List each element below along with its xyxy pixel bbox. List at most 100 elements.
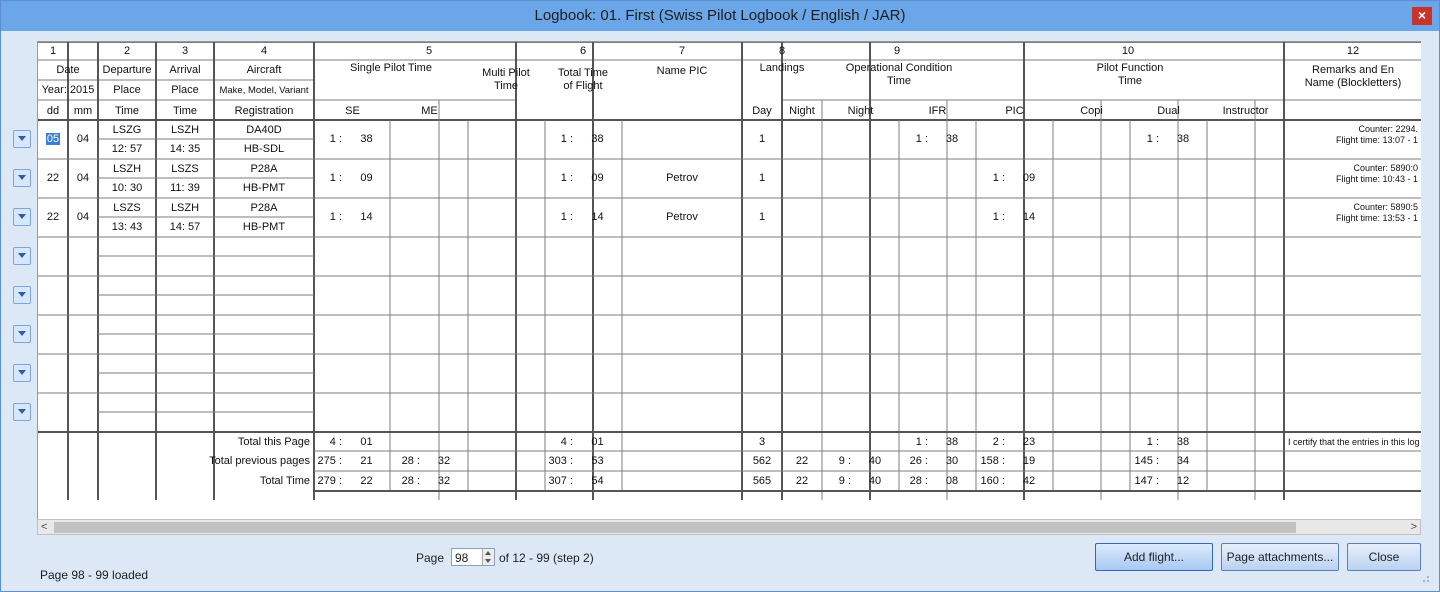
header-arrival: Arrival xyxy=(169,64,201,76)
totals-total-hours: 4 : xyxy=(560,436,573,448)
totals-label: Total this Page xyxy=(237,436,310,448)
header-mm: mm xyxy=(73,105,93,117)
header-dep-time: Time xyxy=(114,105,140,117)
flight-ifr-minutes: 38 xyxy=(945,133,959,145)
flight-arr-place: LSZH xyxy=(170,202,200,214)
chevron-down-icon xyxy=(18,214,26,219)
flight-ifr-hours: 1 : xyxy=(915,133,928,145)
header-registration: Registration xyxy=(234,105,294,117)
row-menu-button[interactable] xyxy=(13,130,31,148)
chevron-down-icon xyxy=(18,253,26,258)
flight-remark-time: Flight time: 13:53 - 1 xyxy=(1335,213,1418,223)
flight-pic-minutes: 14 xyxy=(1022,211,1036,223)
flight-registration: HB-PMT xyxy=(242,182,286,194)
totals-ifr-minutes: 30 xyxy=(945,455,959,467)
totals-label: Total previous pages xyxy=(209,455,310,467)
header-operational-2: Time xyxy=(886,75,912,87)
header-pic: PIC xyxy=(1005,105,1024,117)
page-label: Page xyxy=(416,551,445,565)
totals-ifr-minutes: 38 xyxy=(945,436,959,448)
flight-month: 04 xyxy=(76,172,90,184)
chevron-down-icon xyxy=(18,331,26,336)
header-ifr: IFR xyxy=(928,105,947,117)
flight-se-minutes: 09 xyxy=(360,172,373,184)
logbook-sheet: 1 2 3 4 5 6 7 8 9 10 12 Date Year: 2015 dd mm Departure… xyxy=(37,41,1421,519)
flight-day: 22 xyxy=(46,172,60,184)
scroll-thumb[interactable] xyxy=(54,522,1296,533)
flight-landings-day: 1 xyxy=(758,211,766,223)
header-operational: Operational Condition xyxy=(845,62,953,74)
totals-total-hours: 307 : xyxy=(548,475,573,487)
totals-dual-minutes: 38 xyxy=(1176,436,1190,448)
header-multi-pilot: Multi Pilot xyxy=(482,67,530,79)
totals-se-minutes: 01 xyxy=(360,436,373,448)
flight-total-hours: 1 : xyxy=(560,211,573,223)
resize-grip-icon[interactable] xyxy=(1420,573,1430,583)
window-title: Logbook: 01. First (Swiss Pilot Logbook … xyxy=(534,7,906,24)
flight-remark-time: Flight time: 10:43 - 1 xyxy=(1335,174,1418,184)
column-number: 7 xyxy=(678,45,686,57)
header-op-night: Night xyxy=(847,105,874,117)
page-number-value: 98 xyxy=(455,551,469,565)
totals-night-minutes: 40 xyxy=(868,475,882,487)
totals-se-hours: 4 : xyxy=(329,436,342,448)
page-spinner-icon[interactable] xyxy=(482,549,494,565)
flight-landings-day: 1 xyxy=(758,172,766,184)
header-landings: Landings xyxy=(759,62,805,74)
totals-night-hours: 9 : xyxy=(838,455,851,467)
header-remarks-2: Name (Blockletters) xyxy=(1304,77,1402,89)
column-number: 12 xyxy=(1346,45,1360,57)
horizontal-scrollbar[interactable]: < > xyxy=(37,519,1421,535)
header-day: Day xyxy=(752,105,772,117)
row-menu-button[interactable] xyxy=(13,364,31,382)
row-menu-button[interactable] xyxy=(13,208,31,226)
header-date: Date xyxy=(56,64,80,76)
flight-name-pic: Petrov xyxy=(666,172,698,184)
scroll-right-icon[interactable]: > xyxy=(1411,521,1417,533)
row-menu-button[interactable] xyxy=(13,403,31,421)
close-button[interactable]: Close xyxy=(1347,543,1421,571)
totals-total-minutes: 53 xyxy=(591,455,604,467)
totals-total-hours: 303 : xyxy=(548,455,573,467)
flight-se-minutes: 38 xyxy=(360,133,373,145)
flight-day: 22 xyxy=(46,211,60,223)
header-dep-place: Place xyxy=(113,84,141,96)
page-attachments-button[interactable]: Page attachments... xyxy=(1221,543,1339,571)
column-number: 3 xyxy=(181,45,189,57)
header-copi: Copi xyxy=(1080,105,1103,117)
flight-day[interactable]: 05 xyxy=(38,132,68,146)
totals-landings-night: 22 xyxy=(795,475,809,487)
row-menu-button[interactable] xyxy=(13,286,31,304)
chevron-down-icon xyxy=(18,409,26,414)
flight-arr-time: 14: 57 xyxy=(169,221,201,233)
totals-landings-day: 562 xyxy=(752,455,772,467)
flight-se-hours: 1 : xyxy=(329,211,342,223)
page-range: of 12 - 99 (step 2) xyxy=(499,551,594,565)
flight-dual-hours: 1 : xyxy=(1146,133,1159,145)
add-flight-button[interactable]: Add flight... xyxy=(1095,543,1213,571)
flight-total-minutes: 09 xyxy=(591,172,604,184)
flight-name-pic: Petrov xyxy=(666,211,698,223)
page-number-input[interactable]: 98 xyxy=(451,548,495,566)
totals-ifr-minutes: 08 xyxy=(945,475,959,487)
totals-me-hours: 28 : xyxy=(401,475,420,487)
flight-aircraft: DA40D xyxy=(246,124,282,136)
scroll-left-icon[interactable]: < xyxy=(41,521,47,533)
totals-dual-hours: 1 : xyxy=(1146,436,1159,448)
window-close-icon[interactable]: × xyxy=(1412,7,1432,25)
header-arr-place: Place xyxy=(171,84,199,96)
column-number: 4 xyxy=(260,45,268,57)
header-night: Night xyxy=(789,105,815,117)
header-arr-time: Time xyxy=(172,105,198,117)
flight-dep-time: 12: 57 xyxy=(111,143,143,155)
flight-dual-minutes: 38 xyxy=(1176,133,1190,145)
row-menu-button[interactable] xyxy=(13,169,31,187)
column-number: 9 xyxy=(893,45,901,57)
row-menu-button[interactable] xyxy=(13,247,31,265)
flight-arr-time: 11: 39 xyxy=(170,182,200,194)
header-single-pilot: Single Pilot Time xyxy=(350,62,432,74)
column-number: 5 xyxy=(425,45,433,57)
header-pilot-function-2: Time xyxy=(1117,75,1143,87)
row-menu-button[interactable] xyxy=(13,325,31,343)
header-departure: Departure xyxy=(102,64,152,76)
